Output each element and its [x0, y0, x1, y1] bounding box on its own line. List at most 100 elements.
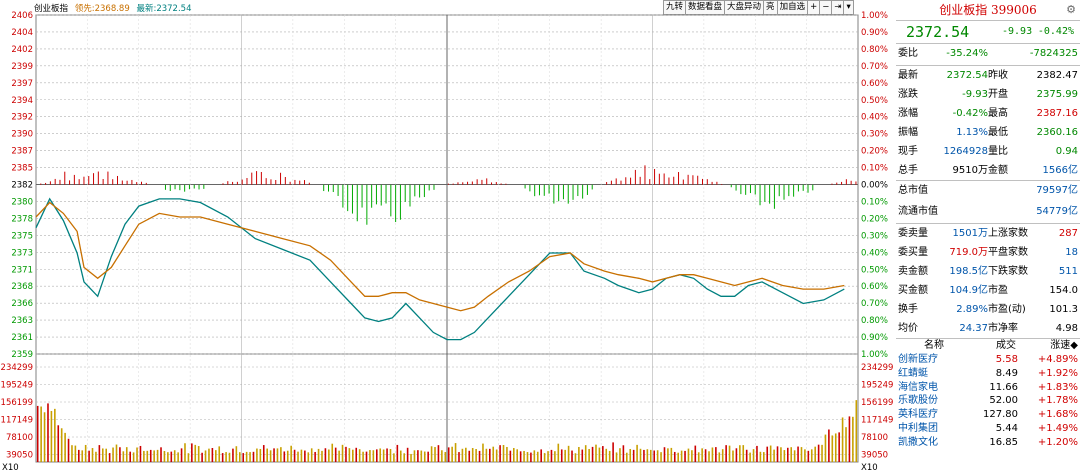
order-ratio-section: 委比 -35.24% -7824325 — [896, 44, 1080, 65]
quote-panel: 创业板指 399006 ⚙ 2372.54 -9.93 -0.42% 委比 -35… — [896, 0, 1080, 473]
stock-row[interactable]: 英科医疗 127.80 +1.68% — [896, 408, 1080, 422]
price-tick-label: 2390 — [11, 130, 33, 140]
price-row: 2372.54 -9.93 -0.42% — [896, 21, 1080, 44]
price-tick-label: 2378 — [11, 214, 33, 224]
stat-l1: 买金额 — [898, 285, 928, 296]
pct-tick-label: 0.50% — [861, 265, 888, 275]
stat-v1: -0.42% — [952, 108, 988, 119]
stat-l1: 委买量 — [898, 247, 928, 258]
stat-l1: 现手 — [898, 146, 918, 157]
volume-unit-label-right: X10 — [861, 463, 878, 473]
stock-cell: +1.49% — [1037, 422, 1078, 434]
stat-l2: 下跌家数 — [988, 266, 1028, 277]
stock-cell: +1.78% — [1037, 395, 1078, 407]
stock-cell: 英科医疗 — [898, 409, 938, 421]
volume-tick-label: 234299 — [1, 363, 33, 373]
pct-tick-label: 0.40% — [861, 248, 888, 258]
intraday-chart[interactable]: 创业板指 领先:2368.89 最新:2372.54 九转 数据看盘 大盘异动亮加自… — [0, 0, 895, 473]
stat-row: 振幅 1.13% 最低 2360.16 — [896, 123, 1080, 142]
price-tick-label: 2363 — [11, 316, 33, 326]
stock-row[interactable]: 凯撒文化 16.85 +1.20% — [896, 436, 1080, 450]
price-tick-label: 2397 — [11, 79, 33, 89]
volume-tick-label: 195249 — [1, 381, 33, 391]
col-speed[interactable]: 涨速◆ — [1050, 339, 1078, 353]
stat-l1: 流通市值 — [898, 206, 938, 217]
stat-l1: 总手 — [898, 165, 918, 176]
stat-v2: 287 — [1058, 228, 1078, 239]
stat-row: 总手 9510万 金额 1566亿 — [896, 161, 1080, 180]
stat-v2: 2360.16 — [1036, 127, 1078, 138]
stat-l1: 涨跌 — [898, 89, 918, 100]
volume-tick-label: 156199 — [1, 398, 33, 408]
pct-tick-label: 1.00% — [861, 350, 888, 360]
stat-v1: 198.5亿 — [949, 266, 988, 277]
volume-unit-label: X10 — [2, 463, 19, 473]
stat-v2: 2375.99 — [1036, 89, 1078, 100]
stock-row[interactable]: 乐歌股份 52.00 +1.78% — [896, 394, 1080, 408]
stock-row[interactable]: 红蜻蜓 8.49 +1.92% — [896, 367, 1080, 381]
stat-v2: 0.94 — [1055, 146, 1078, 157]
stat-v1: 54779亿 — [1036, 206, 1078, 217]
stat-v2: 1566亿 — [1042, 165, 1078, 176]
stat-l1: 最新 — [898, 70, 918, 81]
stock-cell: +1.68% — [1037, 409, 1078, 421]
chart-svg: 2406 1.00% 2404 0.90% 2402 0.80% 2399 0.70% 2397… — [1, 11, 894, 473]
price-tick-label: 2392 — [11, 113, 33, 123]
stat-v1: 79597亿 — [1036, 185, 1078, 196]
stat-l1: 委比 — [898, 48, 918, 59]
stock-cell: 11.66 — [989, 381, 1018, 393]
stat-v1: 1501万 — [952, 228, 988, 239]
stocks-table-header: 名称 成交 涨速◆ — [896, 338, 1080, 353]
stat-row: 涨跌 -9.93 开盘 2375.99 — [896, 85, 1080, 104]
stock-cell: +1.83% — [1037, 381, 1078, 393]
price-tick-label: 2366 — [11, 299, 33, 309]
quote-stats-section: 最新 2372.54 昨收 2382.47 涨跌 -9.93 开盘 2375.99 涨幅 -0.4… — [896, 65, 1080, 180]
stat-v2: 2382.47 — [1036, 70, 1078, 81]
pct-tick-label: 0.40% — [861, 113, 888, 123]
stat-l1: 委卖量 — [898, 228, 928, 239]
stat-l2: 上涨家数 — [988, 228, 1028, 239]
price-change-pct: -0.42% — [1037, 26, 1074, 37]
price-tick-label: 2375 — [11, 231, 33, 241]
stat-l1: 振幅 — [898, 127, 918, 138]
stat-l1: 卖金额 — [898, 266, 928, 277]
stat-v2: -7824325 — [1029, 48, 1078, 59]
stat-l1: 涨幅 — [898, 108, 918, 119]
price-tick-label: 2385 — [11, 164, 33, 174]
stock-row[interactable]: 创新医疗 5.58 +4.89% — [896, 353, 1080, 367]
gear-icon[interactable]: ⚙ — [1066, 0, 1076, 20]
stat-l2: 量比 — [988, 146, 1008, 157]
average-line — [35, 201, 845, 312]
pct-tick-label: 0.80% — [861, 45, 888, 55]
pct-tick-label: 0.30% — [861, 231, 888, 241]
stock-cell: 创新医疗 — [898, 354, 938, 365]
col-name[interactable]: 名称 — [924, 339, 944, 353]
price-tick-label: 2387 — [11, 147, 33, 157]
price-tick-label: 2394 — [11, 96, 33, 106]
volume-tick-label: 117149 — [1, 416, 33, 426]
volume-tick-label: 78100 — [6, 433, 33, 443]
stat-row: 委比 -35.24% -7824325 — [896, 44, 1080, 65]
stock-row[interactable]: 中利集团 5.44 +1.49% — [896, 422, 1080, 436]
pct-tick-label: 0.10% — [861, 164, 888, 174]
stat-l2: 市净率 — [988, 323, 1018, 334]
stat-row: 委买量 719.0万 平盘家数 18 — [896, 243, 1080, 262]
volume-tick-label-right: 78100 — [861, 433, 888, 443]
stock-cell: 5.58 — [995, 354, 1018, 365]
stock-cell: 16.85 — [989, 436, 1018, 448]
stat-v1: -9.93 — [962, 89, 988, 100]
pct-tick-label: 0.70% — [861, 299, 888, 309]
stat-v1: 2372.54 — [946, 70, 988, 81]
pct-tick-label: 0.10% — [861, 197, 888, 207]
stat-v2: 101.3 — [1049, 304, 1078, 315]
col-amount[interactable]: 成交 — [996, 339, 1016, 353]
price-tick-label: 2382 — [11, 181, 33, 191]
stock-row[interactable]: 海信家电 11.66 +1.83% — [896, 381, 1080, 395]
price-tick-label: 2373 — [11, 248, 33, 258]
stock-cell: +1.92% — [1037, 367, 1078, 379]
current-price: 2372.54 — [906, 23, 970, 41]
price-tick-label: 2399 — [11, 62, 33, 72]
stat-l1: 换手 — [898, 304, 918, 315]
stat-v1: 1.13% — [956, 127, 988, 138]
stat-l2: 开盘 — [988, 89, 1008, 100]
